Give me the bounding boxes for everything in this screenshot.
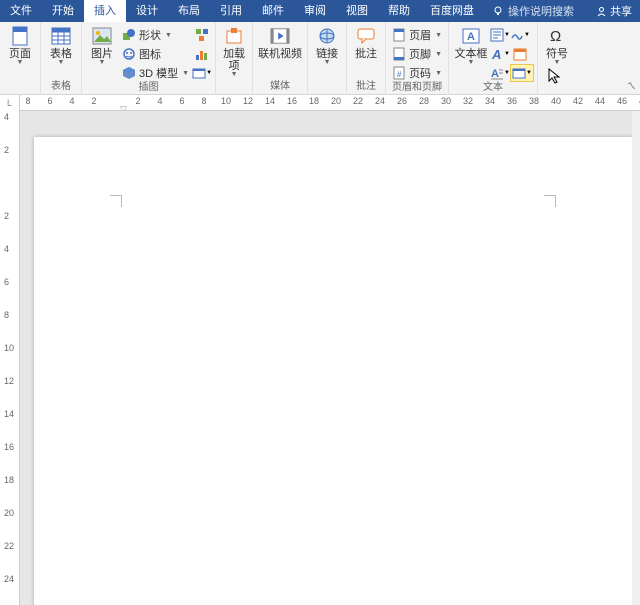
tab-insert[interactable]: 插入 xyxy=(84,0,126,22)
group-addins: 加载 项 ▼ xyxy=(216,22,253,95)
pictures-button[interactable]: 图片 ▼ xyxy=(85,24,119,66)
group-links: 链接 ▼ xyxy=(308,22,347,95)
svg-text:Ω: Ω xyxy=(550,28,561,45)
3d-models-button[interactable]: 3D 模型▼ xyxy=(119,64,192,82)
menu-bar: 文件 开始 插入 设计 布局 引用 邮件 审阅 视图 帮助 百度网盘 操作说明搜… xyxy=(0,0,640,22)
cube-icon xyxy=(122,66,136,80)
dropcap-icon: A xyxy=(490,66,504,80)
group-symbols: Ω 符号 ▼ xyxy=(538,22,576,95)
table-button[interactable]: 表格 ▼ xyxy=(44,24,78,66)
online-video-button[interactable]: 联机视频 xyxy=(256,24,304,60)
page-icon xyxy=(10,26,30,46)
share-button[interactable]: 共享 xyxy=(588,3,640,19)
signature-button[interactable]: ▼ xyxy=(510,26,530,44)
share-label: 共享 xyxy=(610,3,632,19)
link-button[interactable]: 链接 ▼ xyxy=(311,24,343,66)
chart-button[interactable] xyxy=(192,45,212,63)
addins-button[interactable]: 加载 项 ▼ xyxy=(219,24,249,78)
signature-icon xyxy=(510,28,524,42)
margin-marker-tl xyxy=(110,195,122,207)
page[interactable] xyxy=(34,137,632,605)
footer-icon xyxy=(392,47,406,61)
indent-marker[interactable]: ▽ xyxy=(120,104,127,111)
link-icon xyxy=(317,26,337,46)
tab-baidu[interactable]: 百度网盘 xyxy=(420,0,484,22)
tab-references[interactable]: 引用 xyxy=(210,0,252,22)
svg-text:#: # xyxy=(397,70,402,79)
tab-view[interactable]: 视图 xyxy=(336,0,378,22)
video-icon xyxy=(270,26,290,46)
editor-area: 4224681012141618202224 xyxy=(0,111,640,605)
tab-design[interactable]: 设计 xyxy=(126,0,168,22)
screenshot-icon xyxy=(192,66,206,80)
collapse-ribbon-icon[interactable]: ㄟ xyxy=(627,79,636,92)
addins-icon xyxy=(224,26,244,46)
comment-icon xyxy=(356,26,376,46)
symbol-button[interactable]: Ω 符号 ▼ xyxy=(541,24,573,66)
omega-icon: Ω xyxy=(547,26,567,46)
svg-text:A: A xyxy=(467,31,475,43)
table-icon xyxy=(51,26,71,46)
vertical-ruler[interactable]: 4224681012141618202224 xyxy=(0,111,20,605)
vertical-scrollbar[interactable] xyxy=(632,111,640,605)
object-icon xyxy=(512,66,526,80)
tellme-search[interactable]: 操作说明搜索 xyxy=(508,3,574,19)
pagenumber-button[interactable]: # 页码▼ xyxy=(389,64,445,82)
ruler-area: L ▽ 864224681012141618202224262830323436… xyxy=(0,95,640,111)
group-header-footer: 页眉▼ 页脚▼ # 页码▼ 页眉和页脚 xyxy=(386,22,449,95)
screenshot-button[interactable]: ▼ xyxy=(192,64,212,82)
group-tables: 表格 ▼ 表格 xyxy=(41,22,82,95)
group-illustrations: 图片 ▼ 形状▼ 图标 3D 模型▼ ▼ xyxy=(82,22,216,95)
person-icon xyxy=(596,6,607,17)
textbox-button[interactable]: A 文本框 ▼ xyxy=(452,24,490,66)
svg-text:A: A xyxy=(491,47,501,61)
ruler-corner: L xyxy=(0,95,20,111)
tab-layout[interactable]: 布局 xyxy=(168,0,210,22)
icons-icon xyxy=(122,47,136,61)
tab-help[interactable]: 帮助 xyxy=(378,0,420,22)
comment-button[interactable]: 批注 xyxy=(350,24,382,60)
horizontal-ruler[interactable]: ▽ 86422468101214161820222426283032343638… xyxy=(20,95,640,111)
chart-icon xyxy=(195,47,209,61)
cover-page-button[interactable]: 页面 ▼ xyxy=(3,24,37,66)
group-pages: 页面 ▼ xyxy=(0,22,41,95)
group-text: A 文本框 ▼ ▼ ▼ A▼ A▼ ▼ 文本 xyxy=(449,22,538,95)
smartart-icon xyxy=(195,28,209,42)
datetime-icon xyxy=(513,47,527,61)
svg-text:A: A xyxy=(491,68,499,80)
document-canvas[interactable] xyxy=(20,111,640,605)
shapes-button[interactable]: 形状▼ xyxy=(119,26,192,44)
tellme-bulb-icon xyxy=(492,5,504,17)
ribbon: 页面 ▼ 表格 ▼ 表格 图片 ▼ 形状▼ xyxy=(0,22,640,95)
shapes-icon xyxy=(122,28,136,42)
group-comments: 批注 批注 xyxy=(347,22,386,95)
group-media: 联机视频 媒体 xyxy=(253,22,308,95)
object-button[interactable]: ▼ xyxy=(510,64,534,82)
quickparts-icon xyxy=(490,28,504,42)
wordart-icon: A xyxy=(490,47,504,61)
icons-button[interactable]: 图标 xyxy=(119,45,192,63)
header-icon xyxy=(392,28,406,42)
smartart-button[interactable] xyxy=(192,26,212,44)
margin-marker-tr xyxy=(544,195,556,207)
tab-review[interactable]: 审阅 xyxy=(294,0,336,22)
dropcap-button[interactable]: A▼ xyxy=(490,64,510,82)
textbox-icon: A xyxy=(461,26,481,46)
header-button[interactable]: 页眉▼ xyxy=(389,26,445,44)
tab-file[interactable]: 文件 xyxy=(0,0,42,22)
datetime-button[interactable] xyxy=(510,45,530,63)
quickparts-button[interactable]: ▼ xyxy=(490,26,510,44)
wordart-button[interactable]: A▼ xyxy=(490,45,510,63)
tab-mailings[interactable]: 邮件 xyxy=(252,0,294,22)
pagenumber-icon: # xyxy=(392,66,406,80)
footer-button[interactable]: 页脚▼ xyxy=(389,45,445,63)
picture-icon xyxy=(92,26,112,46)
tab-home[interactable]: 开始 xyxy=(42,0,84,22)
